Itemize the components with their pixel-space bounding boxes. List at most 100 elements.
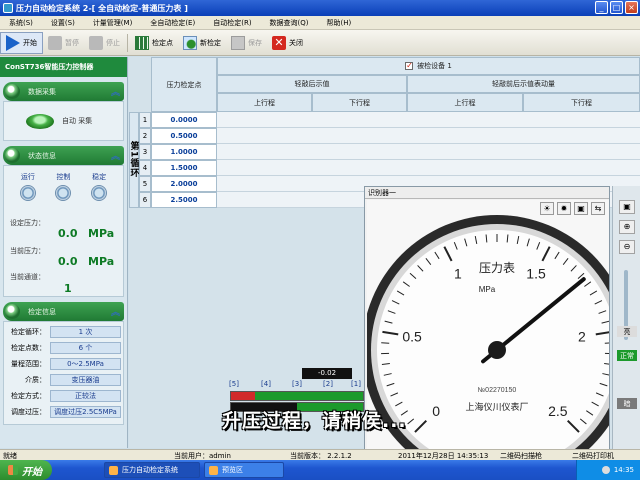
menu-data-query[interactable]: 数据查询(Q): [261, 18, 318, 28]
brightness-low-label[interactable]: 暗: [617, 398, 637, 409]
auto-acquire-button[interactable]: [26, 113, 54, 129]
current-pressure-unit: MPa: [88, 255, 115, 268]
current-pressure-value: 0.0: [58, 255, 78, 268]
pressure-point-cell[interactable]: 1.0000: [151, 144, 217, 160]
maximize-button[interactable]: □: [610, 1, 623, 14]
status-title: 状态信息: [28, 151, 56, 160]
app-icon: [3, 3, 13, 13]
grid-icon: [135, 35, 149, 50]
brightness-normal-label[interactable]: 正常: [617, 350, 637, 361]
pressure-point-header: 压力检定点: [151, 57, 217, 112]
menu-help[interactable]: 帮助(H): [318, 18, 361, 28]
table-row[interactable]: [217, 160, 640, 176]
table-row[interactable]: [217, 128, 640, 144]
menu-auto-check[interactable]: 自动检定(R): [204, 18, 260, 28]
gauge-manufacturer: 上海仪川仪表厂: [465, 401, 528, 413]
scale-label: 1.5: [526, 265, 546, 281]
channel-box: [4]: [261, 380, 271, 388]
pressure-point-cell[interactable]: 0.5000: [151, 128, 217, 144]
acquisition-section-header[interactable]: 数据采集 ︽: [3, 82, 124, 101]
zoom-in-icon[interactable]: ⊕: [619, 220, 635, 234]
stop-icon: [89, 35, 103, 50]
device-label: 被检设备 1: [417, 62, 452, 70]
stop-label: 停止: [106, 38, 120, 47]
window-controls: _ □ ×: [595, 1, 638, 14]
save-icon[interactable]: ▣: [574, 202, 588, 215]
pressure-point-cell[interactable]: 1.5000: [151, 160, 217, 176]
close-window-button[interactable]: ×: [625, 1, 638, 14]
info-row: 调度过压： 调度过压2.5C5MPa: [6, 405, 121, 419]
menu-settings[interactable]: 设置(S): [42, 18, 84, 28]
recognizer-title: 识别器一: [365, 187, 609, 199]
swap-icon[interactable]: ⇆: [591, 202, 605, 215]
table-row[interactable]: [217, 112, 640, 128]
contrast-icon[interactable]: ✹: [557, 202, 571, 215]
gauge-face-title: 压力表: [479, 261, 515, 275]
status-body: 运行 控制 稳定 设定压力： 0.0 MPa 当前压力： 0.0 MPa 当前通…: [3, 165, 124, 297]
scale-label: 2.5: [548, 403, 568, 419]
pressure-point-cell[interactable]: 2.0000: [151, 176, 217, 192]
collapse-icon[interactable]: ︽: [111, 305, 120, 318]
set-pressure-label: 设定压力：: [10, 219, 45, 227]
section-icon: [5, 148, 20, 163]
before-tap-header: 轻敲前后示值表动量: [407, 75, 640, 93]
taskbar-app-button[interactable]: 压力自动检定系统: [104, 462, 200, 478]
cycle-label: 第1循环: [129, 112, 139, 208]
info-row: 检定点数： 6 个: [6, 341, 121, 355]
taskbar: 开始 压力自动检定系统 预览区 14:35: [0, 460, 640, 480]
collapse-icon[interactable]: ︽: [111, 149, 120, 162]
channel-box: [2]: [323, 380, 333, 388]
check-info-section-header[interactable]: 检定信息 ︽: [3, 302, 124, 321]
task-label: 预览区: [222, 466, 243, 474]
upstroke-header: 上行程: [217, 93, 312, 112]
section-icon: [5, 304, 20, 319]
close-button[interactable]: ✕ 关闭: [267, 32, 308, 54]
menu-system[interactable]: 系统(S): [0, 18, 42, 28]
method-value: 正较法: [50, 390, 121, 402]
pressure-point-cell[interactable]: 2.5000: [151, 192, 217, 208]
collapse-icon[interactable]: ︽: [111, 85, 120, 98]
status-section-header[interactable]: 状态信息 ︽: [3, 146, 124, 165]
after-tap-header: 轻敲后示值: [217, 75, 407, 93]
current-channel-label: 当前通道：: [10, 273, 45, 281]
taskbar-preview-button[interactable]: 预览区: [204, 462, 284, 478]
brightness-high-label[interactable]: 亮: [617, 326, 637, 337]
deviation-readout: -0.02: [302, 368, 352, 379]
info-row: 检定循环： 1 次: [6, 325, 121, 339]
checkpoint-button[interactable]: 检定点: [130, 32, 178, 54]
pause-button[interactable]: 暂停: [43, 32, 84, 54]
menu-metrology[interactable]: 计量管理(M): [84, 18, 142, 28]
save-button[interactable]: 保存: [226, 32, 267, 54]
pressure-track: [230, 391, 364, 401]
new-check-button[interactable]: 新检定: [178, 32, 226, 54]
range-value: 0～2.5MPa: [50, 358, 121, 370]
camera-icon[interactable]: ▣: [619, 200, 635, 214]
zoom-out-icon[interactable]: ⊖: [619, 240, 635, 254]
save-label: 保存: [248, 38, 262, 47]
device-header[interactable]: ✓ 被检设备 1: [217, 57, 640, 75]
minimize-button[interactable]: _: [595, 1, 608, 14]
network-icon[interactable]: [601, 466, 610, 474]
save-icon: [231, 35, 245, 50]
start-label: 开始: [22, 466, 42, 478]
pressure-point-cell[interactable]: 0.0000: [151, 112, 217, 128]
row-number: 4: [139, 160, 151, 176]
start-menu-button[interactable]: 开始: [0, 460, 52, 480]
device-checkbox[interactable]: ✓: [405, 62, 414, 70]
progress-caption: 升压过程，请稍侯...: [222, 410, 407, 432]
current-pressure-label: 当前压力：: [10, 247, 45, 255]
menu-full-auto[interactable]: 全自动检定(E): [141, 18, 204, 28]
points-label: 检定点数：: [11, 344, 46, 352]
gauge-unit: MPa: [479, 285, 496, 294]
brightness-icon[interactable]: ☀: [540, 202, 554, 215]
start-button[interactable]: 开始: [0, 31, 43, 54]
close-icon: ✕: [272, 35, 286, 50]
cycles-value: 1 次: [50, 326, 121, 338]
table-row[interactable]: [217, 144, 640, 160]
check-info-body: 检定循环： 1 次 检定点数： 6 个 量程范围： 0～2.5MPa 介质： 变…: [3, 321, 124, 425]
controller-header: ConST736智能压力控制器: [0, 57, 127, 77]
gauge-serial: №02270150: [478, 387, 517, 394]
stop-button[interactable]: 停止: [84, 32, 125, 54]
toolbar-separator: [127, 33, 128, 52]
minor-tick: [604, 342, 609, 344]
